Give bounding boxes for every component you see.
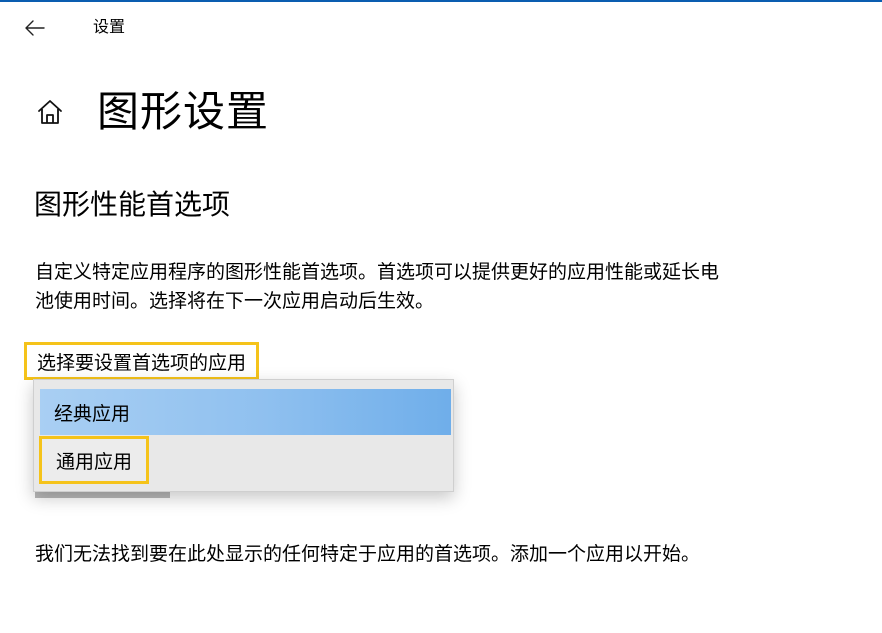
option-classic-app[interactable]: 经典应用 xyxy=(40,389,451,435)
option-universal-app[interactable]: 通用应用 xyxy=(39,436,451,484)
back-button[interactable] xyxy=(20,14,50,42)
option-universal-app-highlight: 通用应用 xyxy=(39,436,150,484)
section-title: 图形性能首选项 xyxy=(34,188,231,221)
window-top-border xyxy=(0,0,882,2)
page-title: 图形设置 xyxy=(97,87,270,136)
dropdown-underline xyxy=(35,492,170,498)
option-classic-app-label: 经典应用 xyxy=(54,402,131,425)
option-universal-app-label: 通用应用 xyxy=(56,450,133,473)
empty-state-message: 我们无法找到要在此处显示的任何特定于应用的首选项。添加一个应用以开始。 xyxy=(35,543,701,565)
app-picker-label: 选择要设置首选项的应用 xyxy=(24,342,260,380)
home-icon xyxy=(36,98,64,126)
app-type-dropdown-list[interactable]: 经典应用 通用应用 xyxy=(33,379,454,492)
section-description: 自定义特定应用程序的图形性能首选项。首选项可以提供更好的应用性能或延长电池使用时… xyxy=(35,261,720,312)
back-arrow-icon xyxy=(25,20,45,36)
app-picker-label-text: 选择要设置首选项的应用 xyxy=(37,351,247,374)
window-title: 设置 xyxy=(93,17,126,36)
